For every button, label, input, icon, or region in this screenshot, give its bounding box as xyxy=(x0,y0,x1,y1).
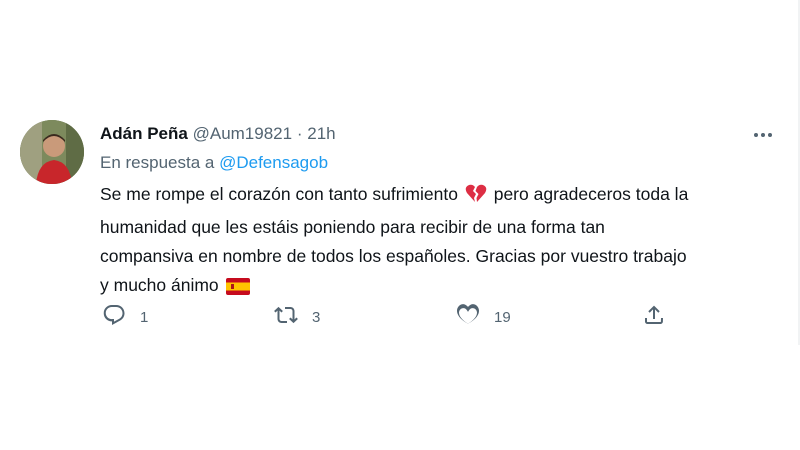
tweet-text-line: Se me rompe el corazón con tanto sufrimi… xyxy=(100,180,790,213)
retweet-icon xyxy=(274,303,298,331)
reply-button[interactable]: 1 xyxy=(102,302,148,332)
tweet: Adán Peña @Aum19821 · 21h En respuesta a… xyxy=(0,0,800,450)
author-handle[interactable]: @Aum19821 xyxy=(193,124,293,143)
tweet-text: Se me rompe el corazón con tanto sufrimi… xyxy=(100,180,790,304)
share-icon xyxy=(642,303,666,331)
avatar[interactable] xyxy=(20,120,84,184)
reply-icon xyxy=(102,303,126,331)
separator-dot: · xyxy=(296,124,303,143)
reply-count: 1 xyxy=(140,308,149,326)
tweet-text-segment: pero agradeceros toda la xyxy=(493,184,689,204)
heart-icon xyxy=(456,303,480,331)
share-button[interactable] xyxy=(642,302,666,332)
retweet-button[interactable]: 3 xyxy=(274,302,320,332)
more-icon[interactable] xyxy=(748,124,778,146)
tweet-text-segment: Se me rompe el corazón con tanto sufrimi… xyxy=(100,184,458,204)
like-button[interactable]: 19 xyxy=(456,302,511,332)
tweet-actions: 1 3 19 xyxy=(100,302,700,332)
spain-flag-emoji xyxy=(225,275,250,304)
tweet-header: Adán Peña @Aum19821 · 21h xyxy=(100,123,336,145)
broken-heart-emoji xyxy=(465,184,487,213)
author-name[interactable]: Adán Peña xyxy=(100,124,188,143)
tweet-text-line: y mucho ánimo xyxy=(100,271,790,304)
like-count: 19 xyxy=(494,308,511,326)
timestamp[interactable]: 21h xyxy=(307,124,335,143)
tweet-text-segment: y mucho ánimo xyxy=(100,275,219,295)
tweet-text-line: humanidad que les estáis poniendo para r… xyxy=(100,217,605,237)
retweet-count: 3 xyxy=(312,308,321,326)
reply-prefix: En respuesta a xyxy=(100,153,215,172)
tweet-text-line: compansiva en nombre de todos los españo… xyxy=(100,246,687,266)
reply-context: En respuesta a @Defensagob xyxy=(100,152,328,174)
reply-to-link[interactable]: @Defensagob xyxy=(219,153,328,172)
